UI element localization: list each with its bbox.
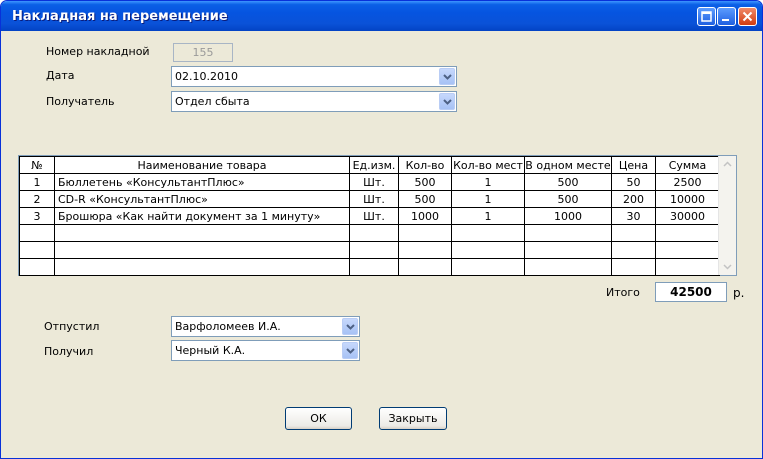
chevron-down-icon (443, 99, 452, 105)
cell-places[interactable]: 1 (451, 190, 525, 208)
cell-quantity[interactable]: 500 (398, 173, 452, 191)
cell-quantity[interactable]: 1000 (398, 207, 452, 225)
cell-sum[interactable]: 2500 (655, 173, 720, 191)
scroll-up-button[interactable] (720, 157, 735, 172)
table-row[interactable]: 1 Бюллетень «КонсультантПлюс» Шт. 500 1 … (19, 173, 720, 191)
released-by-dropdown-button[interactable] (342, 318, 358, 335)
column-header-product-name[interactable]: Наименование товара (54, 156, 350, 174)
released-by-label: Отпустил (44, 320, 100, 333)
title-bar[interactable]: Накладная на перемещение (1, 1, 762, 31)
chevron-down-icon (346, 348, 355, 354)
close-dialog-button[interactable]: Закрыть (379, 407, 447, 430)
window-title: Накладная на перемещение (12, 9, 228, 24)
cell-product-name[interactable]: CD-R «КонсультантПлюс» (54, 190, 350, 208)
invoice-number-label: Номер накладной (46, 45, 150, 58)
maximize-icon (701, 11, 712, 22)
cell-per-place[interactable]: 500 (524, 173, 612, 191)
table-row-empty[interactable] (19, 258, 720, 276)
close-icon (742, 11, 753, 22)
column-header-sum[interactable]: Сумма (655, 156, 720, 174)
chevron-down-icon (346, 324, 355, 330)
released-by-value: Варфоломеев И.А. (175, 320, 281, 333)
recipient-label: Получатель (46, 95, 115, 108)
cell-unit[interactable]: Шт. (349, 190, 399, 208)
column-header-number[interactable]: № (19, 156, 55, 174)
table-vertical-scrollbar[interactable] (718, 156, 736, 275)
column-header-quantity[interactable]: Кол-во (398, 156, 452, 174)
cell-places[interactable]: 1 (451, 173, 525, 191)
recipient-value: Отдел сбыта (175, 95, 250, 108)
cell-number[interactable]: 3 (19, 207, 55, 225)
table-header-row: № Наименование товара Ед.изм. Кол-во Кол… (19, 156, 720, 174)
recipient-dropdown-button[interactable] (439, 93, 455, 110)
table-row[interactable]: 3 Брошюра «Как найти документ за 1 минут… (19, 207, 720, 225)
cell-product-name[interactable]: Бюллетень «КонсультантПлюс» (54, 173, 350, 191)
cell-per-place[interactable]: 1000 (524, 207, 612, 225)
released-by-select[interactable]: Варфоломеев И.А. (171, 316, 360, 337)
maximize-button[interactable] (697, 7, 716, 26)
total-value: 42500 (655, 282, 727, 302)
minimize-button[interactable] (717, 7, 736, 26)
column-header-per-place[interactable]: В одном месте (524, 156, 612, 174)
scroll-down-button[interactable] (720, 259, 735, 274)
recipient-select[interactable]: Отдел сбыта (171, 91, 457, 112)
cell-unit[interactable]: Шт. (349, 173, 399, 191)
cell-sum[interactable]: 30000 (655, 207, 720, 225)
date-label: Дата (46, 69, 75, 82)
column-header-unit[interactable]: Ед.изм. (349, 156, 399, 174)
received-by-value: Черный К.А. (175, 344, 246, 357)
cell-product-name[interactable]: Брошюра «Как найти документ за 1 минуту» (54, 207, 350, 225)
date-dropdown-button[interactable] (439, 68, 455, 85)
table-row-empty[interactable] (19, 241, 720, 259)
close-button[interactable] (738, 7, 757, 26)
cell-price[interactable]: 30 (611, 207, 656, 225)
cell-price[interactable]: 200 (611, 190, 656, 208)
cell-number[interactable]: 2 (19, 190, 55, 208)
date-select[interactable]: 02.10.2010 (171, 66, 457, 87)
cell-per-place[interactable]: 500 (524, 190, 612, 208)
table-row[interactable]: 2 CD-R «КонсультантПлюс» Шт. 500 1 500 2… (19, 190, 720, 208)
goods-table[interactable]: № Наименование товара Ед.изм. Кол-во Кол… (18, 155, 737, 276)
received-by-dropdown-button[interactable] (342, 342, 358, 359)
cell-sum[interactable]: 10000 (655, 190, 720, 208)
invoice-number-field: 155 (173, 43, 233, 62)
table-row-empty[interactable] (19, 224, 720, 242)
scroll-up-icon (723, 161, 732, 167)
cell-price[interactable]: 50 (611, 173, 656, 191)
currency-label: р. (733, 286, 745, 300)
scroll-down-icon (723, 264, 732, 270)
received-by-select[interactable]: Черный К.А. (171, 340, 360, 361)
date-value: 02.10.2010 (175, 70, 238, 83)
ok-button[interactable]: ОК (285, 407, 352, 430)
transfer-invoice-window: Накладная на перемещение Номер накладной… (0, 0, 763, 459)
cell-unit[interactable]: Шт. (349, 207, 399, 225)
minimize-icon (722, 19, 729, 21)
cell-places[interactable]: 1 (451, 207, 525, 225)
received-by-label: Получил (44, 345, 94, 358)
total-label: Итого (606, 286, 640, 299)
cell-number[interactable]: 1 (19, 173, 55, 191)
column-header-places[interactable]: Кол-во мест (451, 156, 525, 174)
column-header-price[interactable]: Цена (611, 156, 656, 174)
chevron-down-icon (443, 74, 452, 80)
cell-quantity[interactable]: 500 (398, 190, 452, 208)
goods-grid: № Наименование товара Ед.изм. Кол-во Кол… (19, 156, 720, 276)
